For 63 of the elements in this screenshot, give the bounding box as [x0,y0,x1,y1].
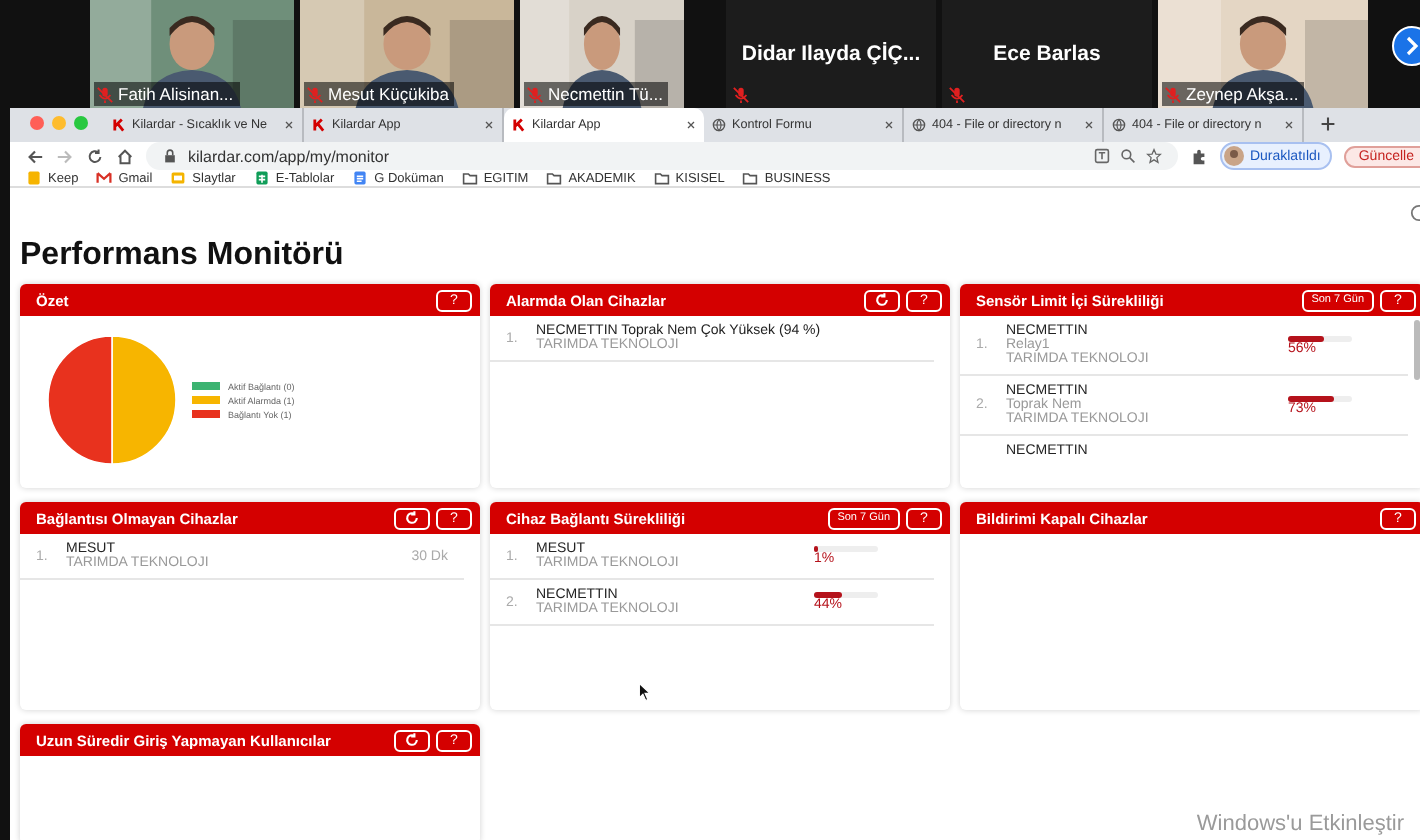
legend-swatch [192,410,220,418]
next-page-button[interactable] [1392,26,1420,66]
muted-mic-icon [732,86,750,104]
chevron-right-icon [1402,36,1420,56]
cursor-icon [638,682,652,702]
home-icon[interactable] [116,147,134,165]
participant-name: Ece Barlas [993,42,1101,66]
reload-icon[interactable] [86,147,104,165]
muted-mic-icon [96,85,114,103]
close-tab-icon[interactable] [284,120,294,130]
new-tab-icon[interactable] [1320,116,1336,132]
extensions-icon[interactable] [1189,147,1208,165]
k-logo-icon [312,118,326,132]
mail-icon [96,170,113,186]
folder-icon [546,170,563,186]
minimize-dot-icon[interactable] [52,116,66,130]
muted-mic-icon [1164,85,1182,103]
close-tab-icon[interactable] [1284,120,1294,130]
slides-icon [170,170,187,186]
muted-mic-icon [306,85,324,103]
participant-name: Fatih Alisinan... [118,84,234,104]
close-dot-icon[interactable] [30,116,44,130]
close-tab-icon[interactable] [1084,120,1094,130]
maximize-dot-icon[interactable] [74,116,88,130]
translate-icon[interactable] [1093,148,1110,164]
globe-icon [912,118,926,132]
folder-icon [742,170,759,186]
refresh-icon [874,292,890,308]
activation-notice: Windows'u Etkinleştir [1196,812,1404,836]
muted-mic-icon [526,85,544,103]
participant-name: Didar Ilayda ÇİÇ... [741,42,921,66]
legend-swatch [192,396,220,404]
refresh-button[interactable] [394,507,430,529]
globe-icon [712,118,726,132]
close-tab-icon[interactable] [884,120,894,130]
refresh-icon [404,510,420,526]
globe-icon [1112,118,1126,132]
sheets-icon [253,170,270,186]
pie-slice [111,335,177,465]
star-icon[interactable] [1145,148,1162,164]
zoom-icon[interactable] [1119,148,1136,164]
lock-icon [162,148,178,164]
close-tab-icon[interactable] [484,120,494,130]
k-logo-icon [112,118,126,132]
folder-icon [461,170,478,186]
pie-slice [47,335,113,465]
back-icon[interactable] [26,147,44,165]
scrollbar[interactable] [1414,320,1420,380]
folder-icon [653,170,670,186]
k-logo-icon [512,118,526,132]
legend-swatch [192,382,220,390]
refresh-icon [404,732,420,748]
participant-name: Zeynep Akşa... [1186,84,1299,104]
refresh-button[interactable] [394,729,430,751]
participant-name: Mesut Küçükiba [328,84,449,104]
participant-name: Necmettin Tü... [548,84,663,104]
avatar-icon [1223,146,1244,166]
page-title: Performans Monitörü [20,238,344,274]
close-tab-icon[interactable] [686,120,696,130]
refresh-button[interactable] [864,289,900,311]
muted-mic-icon [948,86,966,104]
docs-icon [352,170,369,186]
address-bar[interactable]: kilardar.com/app/my/monitor [146,142,1178,170]
